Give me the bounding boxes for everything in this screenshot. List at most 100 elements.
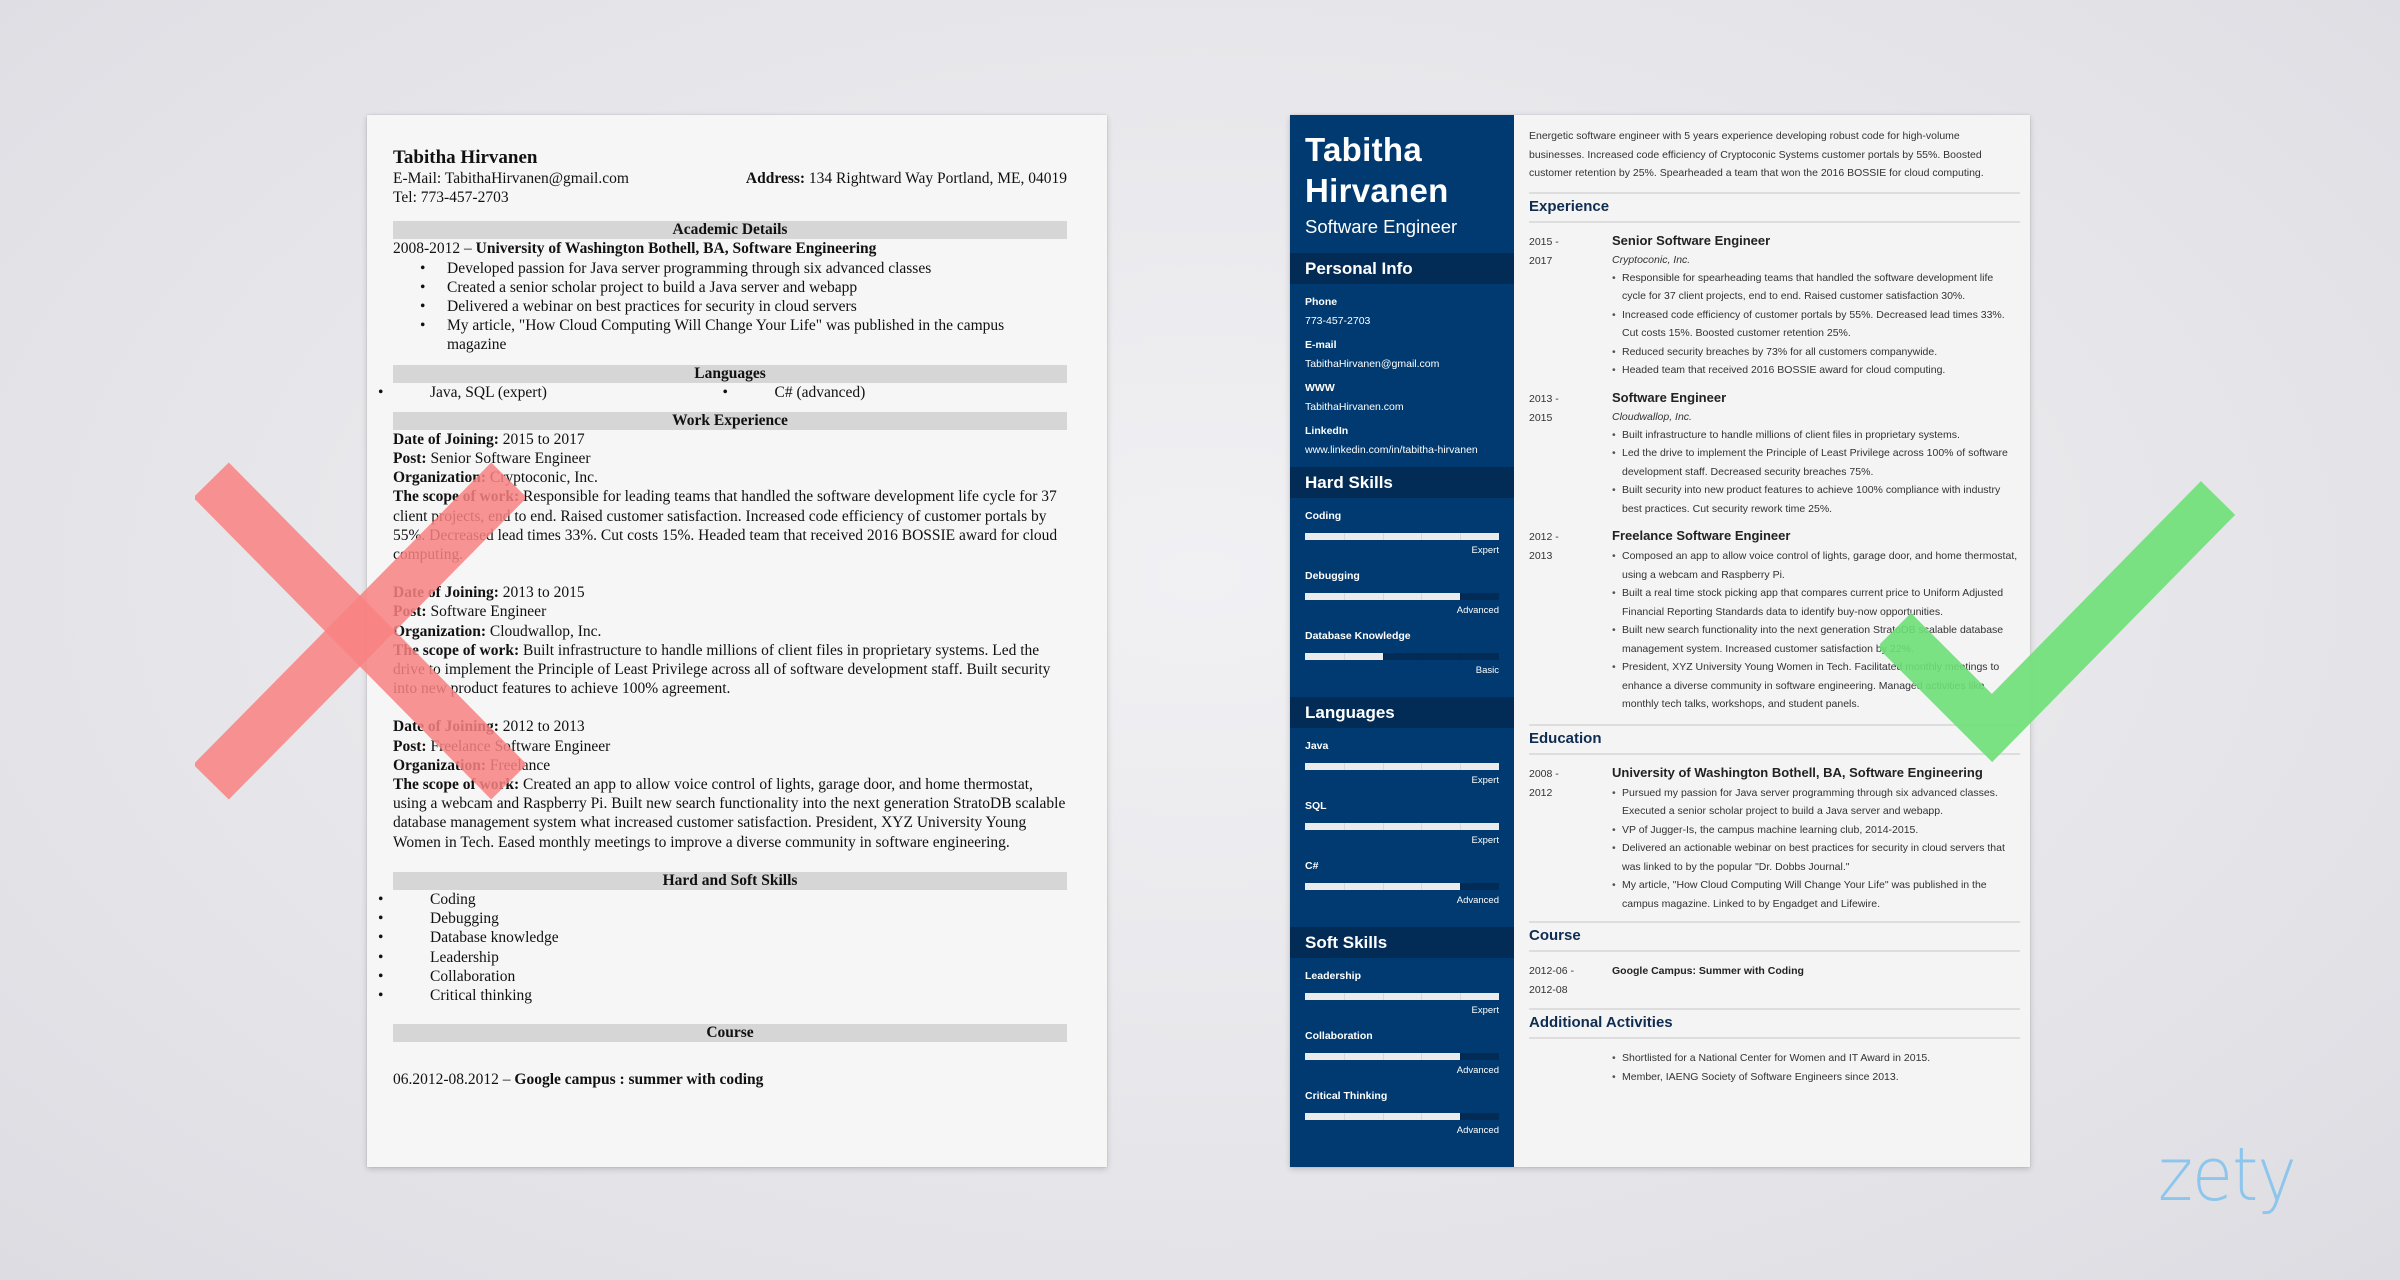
list-item: Built a real time stock picking app that… [1612, 584, 2020, 621]
skill-bar [1305, 1053, 1499, 1060]
skill-bar-tick [1343, 763, 1345, 770]
skill-item: Collaboration [378, 967, 1067, 986]
work-date-row: Date of Joining: 2013 to 2015 [393, 583, 1067, 602]
list-item: Increased code efficiency of customer po… [1612, 306, 2020, 343]
job-bullets: Responsible for spearheading teams that … [1612, 269, 2020, 380]
skill-bar-tick [1421, 1053, 1423, 1060]
academic-school: University of Washington Bothell, BA, So… [475, 240, 877, 258]
job-title: Freelance Software Engineer [1612, 528, 1791, 543]
list-item: My article, "How Cloud Computing Will Ch… [420, 316, 1067, 354]
skills-list: Coding Debugging Database knowledge Lead… [378, 890, 1067, 1005]
work-org-value: Cryptoconic, Inc. [489, 469, 598, 487]
bad-resume-tel: Tel: 773-457-2703 [393, 188, 1067, 207]
work-entry: Date of Joining: 2012 to 2013 Post: Freel… [393, 717, 1067, 851]
section-header-course: Course [393, 1024, 1067, 1043]
course-entry: 2012-06 - 2012-08 Google Campus: Summer … [1529, 962, 2020, 1000]
skill-level: Advanced [1456, 895, 1499, 906]
skill-bar-tick [1460, 593, 1462, 600]
date-end: 2013 [1529, 550, 1553, 562]
skill-bar-tick [1460, 653, 1462, 660]
soft-skills-list: Leadership Expert Collaboration Advanced Cri… [1290, 958, 1514, 1155]
entry-dates: 2015 - 2017 [1529, 233, 1612, 380]
skill-name: Leadership [1305, 970, 1362, 982]
work-scope-label: The scope of work: [393, 776, 520, 794]
academic-dates: 2008-2012 – [393, 240, 476, 258]
resume-role: Software Engineer [1305, 216, 1458, 237]
sidebar-header-personal-info: Personal Info [1290, 253, 1514, 284]
work-post-label: Post: [393, 450, 427, 468]
languages-list: Java Expert SQL Expert C# Advanced [1290, 728, 1514, 925]
work-post-row: Post: Freelance Software Engineer [393, 737, 1067, 756]
job-bullets: Composed an app to allow voice control o… [1612, 547, 2020, 714]
skill-bar-tick [1460, 883, 1462, 890]
skill-name: Coding [1305, 510, 1342, 522]
experience-entry: 2013 - 2015 Software Engineer Cloudwallop, … [1529, 390, 2020, 519]
skill-bar-tick [1343, 993, 1345, 1000]
work-org-row: Organization: Cloudwallop, Inc. [393, 622, 1067, 641]
skill-level: Expert [1471, 775, 1499, 786]
list-item: Composed an app to allow voice control o… [1612, 547, 2020, 584]
skill-bar-tick [1460, 993, 1462, 1000]
list-item: Pursued my passion for Java server progr… [1612, 784, 2020, 821]
skill-name: C# [1305, 860, 1319, 872]
entry-body: University of Washington Bothell, BA, So… [1612, 765, 2020, 914]
info-value: TabithaHirvanen@gmail.com [1305, 358, 1440, 370]
education-title: University of Washington Bothell, BA, So… [1612, 764, 1983, 780]
skill-meter: SQL Expert [1305, 799, 1499, 847]
list-item: Built new search functionality into the … [1612, 621, 2020, 658]
sidebar-header-languages: Languages [1290, 697, 1514, 728]
work-post-label: Post: [393, 603, 427, 621]
email-label: E-Mail: [393, 170, 442, 187]
work-post-value: Software Engineer [430, 603, 547, 621]
section-header-academic: Academic Details [393, 221, 1067, 240]
activities-entry: Shortlisted for a National Center for Wo… [1529, 1049, 2020, 1086]
tel-value: 773-457-2703 [420, 189, 509, 207]
date-start: 2008 - [1529, 767, 1559, 780]
skill-bar-tick [1421, 1113, 1423, 1120]
info-label: WWW [1305, 382, 1335, 394]
skill-item: Database knowledge [378, 928, 1067, 947]
tel-label: Tel: [393, 189, 417, 207]
entry-body: Software Engineer Cloudwallop, Inc. Built … [1612, 390, 2020, 519]
work-date-label: Date of Joining: [393, 718, 499, 736]
resume-summary: Energetic software engineer with 5 years… [1529, 130, 1984, 179]
skill-bar-tick [1421, 763, 1423, 770]
work-post-label: Post: [393, 737, 427, 755]
skill-bar [1305, 993, 1499, 1000]
address-label: Address: [745, 170, 806, 187]
date-start: 2013 - [1529, 392, 1559, 405]
skill-level: Advanced [1456, 1065, 1499, 1076]
skill-bar [1305, 823, 1499, 830]
skill-bar-tick [1343, 593, 1345, 600]
course-name: Google campus : summer with coding [514, 1071, 764, 1089]
skill-bar-tick [1421, 653, 1423, 660]
list-item: Delivered an actionable webinar on best … [1612, 839, 2020, 876]
skill-bar-tick [1460, 823, 1462, 830]
job-title: Senior Software Engineer [1612, 232, 1771, 248]
work-entry: Date of Joining: 2013 to 2015 Post: Softw… [393, 583, 1067, 698]
list-item: Delivered a webinar on best practices fo… [420, 297, 1067, 316]
skill-bar-tick [1382, 823, 1384, 830]
job-title: Software Engineer [1612, 389, 1727, 405]
bad-resume-example: Tabitha Hirvanen E-Mail: TabithaHirvanen… [367, 115, 1107, 1167]
course-entry: 06.2012-08.2012 – Google campus : summer… [393, 1070, 1067, 1089]
work-date-label: Date of Joining: [393, 584, 499, 602]
divider [1529, 220, 2020, 223]
skill-meter: Debugging Advanced [1305, 569, 1499, 617]
skill-name: Critical Thinking [1305, 1090, 1388, 1102]
entry-body: Freelance Software Engineer Composed an a… [1612, 528, 2020, 714]
entry-dates: 2008 - 2012 [1529, 765, 1612, 914]
experience-list: 2015 - 2017 Senior Software Engineer Crypto… [1529, 233, 2020, 714]
date-end: 2015 [1529, 411, 1553, 424]
skill-level: Advanced [1456, 1125, 1499, 1136]
language-item: Java, SQL (expert) [378, 383, 723, 402]
date-start: 2012-06 - [1529, 965, 1574, 977]
skill-bar [1305, 593, 1499, 600]
skill-meter: Leadership Expert [1305, 969, 1499, 1017]
section-header-course: Course [1529, 927, 1581, 944]
work-date-label: Date of Joining: [393, 430, 499, 448]
experience-entry: 2015 - 2017 Senior Software Engineer Crypto… [1529, 233, 2020, 380]
resume-main: Energetic software engineer with 5 years… [1514, 115, 2030, 1167]
info-label: Phone [1305, 296, 1338, 308]
work-scope-row: The scope of work: Responsible for leadi… [393, 487, 1067, 564]
